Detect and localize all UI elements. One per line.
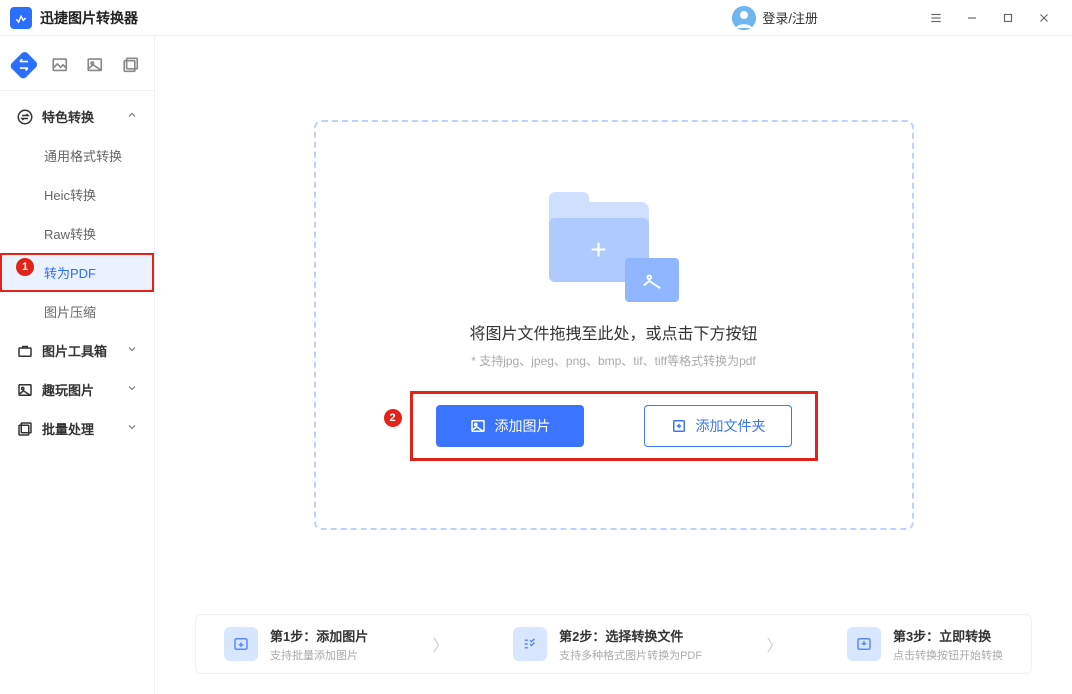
sidebar-item-general-convert[interactable]: 通用格式转换 [0,136,154,175]
login-register-link[interactable]: 登录/注册 [732,6,818,30]
section-label: 特色转换 [42,107,126,126]
nav-icon-picture[interactable] [85,54,105,76]
add-folder-button[interactable]: 添加文件夹 [644,405,792,447]
section-label: 趣玩图片 [42,380,126,399]
fun-icon [16,381,34,399]
sidebar-item-raw-convert[interactable]: Raw转换 [0,214,154,253]
step-1: 第1步：添加图片 支持批量添加图片 [224,626,368,663]
chevron-up-icon [126,109,138,124]
steps-bar: 第1步：添加图片 支持批量添加图片 〉 第2步：选择转换文件 支持多种格式图片转… [195,614,1032,674]
button-label: 添加文件夹 [696,416,766,436]
add-image-button[interactable]: 添加图片 [436,405,584,447]
step-sub: 点击转换按钮开始转换 [893,647,1003,663]
swap-icon [16,108,34,126]
step-convert-icon [847,627,881,661]
batch-icon [16,420,34,438]
button-label: 添加图片 [495,416,551,436]
step-add-icon [224,627,258,661]
step-select-icon [513,627,547,661]
main-content: + 将图片文件拖拽至此处，或点击下方按钮 * 支持jpg、jpeg、png、bm… [155,36,1072,694]
dropzone[interactable]: + 将图片文件拖拽至此处，或点击下方按钮 * 支持jpg、jpeg、png、bm… [314,120,914,530]
dropzone-title: 将图片文件拖拽至此处，或点击下方按钮 [469,320,757,344]
minimize-button[interactable] [954,0,990,36]
step-sub: 支持多种格式图片转换为PDF [559,647,702,663]
chevron-right-icon: 〉 [433,632,449,656]
section-label: 批量处理 [42,419,126,438]
button-row: 2 添加图片 添加文件夹 [412,393,816,459]
menu-button[interactable] [918,0,954,36]
sidebar-item-image-compress[interactable]: 图片压缩 [0,292,154,331]
step-3: 第3步：立即转换 点击转换按钮开始转换 [847,626,1003,663]
step-2: 第2步：选择转换文件 支持多种格式图片转换为PDF [513,626,702,663]
section-label: 图片工具箱 [42,341,126,360]
nav-icon-image[interactable] [50,54,70,76]
sidebar-section-special-convert[interactable]: 特色转换 [0,97,154,136]
sidebar-section-batch[interactable]: 批量处理 [0,409,154,448]
folder-illustration-icon: + [549,192,679,302]
app-logo-icon [10,7,32,29]
step-title: 第1步：添加图片 [270,626,368,645]
chevron-down-icon [126,382,138,397]
nav-icon-convert[interactable] [9,50,38,79]
sidebar-item-heic-convert[interactable]: Heic转换 [0,175,154,214]
dropzone-subtitle: * 支持jpg、jpeg、png、bmp、tif、tiff等格式转换为pdf [471,352,756,369]
sidebar-section-fun[interactable]: 趣玩图片 [0,370,154,409]
chevron-down-icon [126,421,138,436]
nav-icon-batch[interactable] [121,54,141,76]
step-title: 第3步：立即转换 [893,626,1003,645]
close-button[interactable] [1026,0,1062,36]
step-sub: 支持批量添加图片 [270,647,368,663]
step-title: 第2步：选择转换文件 [559,626,702,645]
sidebar-section-toolbox[interactable]: 图片工具箱 [0,331,154,370]
chevron-right-icon: 〉 [767,632,783,656]
chevron-down-icon [126,343,138,358]
sidebar-top-icons [0,48,154,91]
avatar-icon [732,6,756,30]
annotation-marker-2: 2 [384,409,402,427]
title-bar: 迅捷图片转换器 登录/注册 [0,0,1072,36]
annotation-marker-1: 1 [16,258,34,276]
app-title: 迅捷图片转换器 [40,8,138,28]
login-label: 登录/注册 [762,8,818,27]
toolbox-icon [16,342,34,360]
sidebar: 特色转换 通用格式转换 Heic转换 Raw转换 转为PDF 图片压缩 1 图片… [0,36,155,694]
maximize-button[interactable] [990,0,1026,36]
